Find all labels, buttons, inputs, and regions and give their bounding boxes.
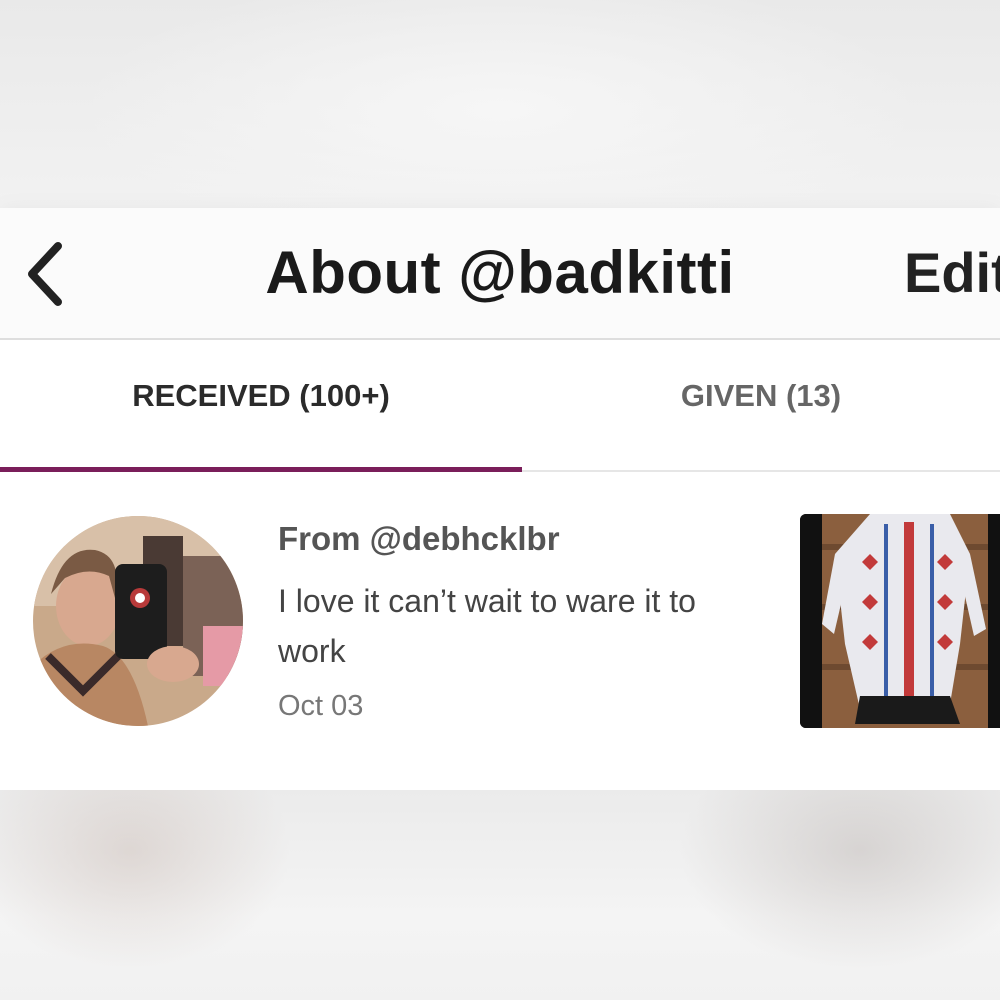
top-nav-bar: About @badkitti Edit (0, 208, 1000, 340)
tab-received[interactable]: RECEIVED (100+) (0, 340, 522, 470)
tab-given[interactable]: GIVEN (13) (522, 340, 1000, 470)
blurred-bottom-background (0, 790, 1000, 1000)
review-author[interactable]: From @debhcklbr (278, 520, 560, 558)
blurred-top-background (0, 0, 1000, 210)
review-list-item[interactable]: From @debhcklbr I love it can’t wait to … (0, 472, 1000, 790)
reviewer-avatar[interactable] (33, 516, 243, 726)
screenshot-stage: About @badkitti Edit RECEIVED (100+) GIV… (0, 0, 1000, 1000)
avatar-photo (33, 516, 243, 726)
review-tabs: RECEIVED (100+) GIVEN (13) (0, 340, 1000, 472)
page-title: About @badkitti (265, 239, 735, 306)
review-text: I love it can’t wait to ware it to work (278, 583, 696, 669)
review-date: Oct 03 (278, 690, 364, 722)
edit-button[interactable]: Edit (904, 240, 1000, 305)
listing-photo (800, 514, 1000, 728)
listing-thumbnail[interactable] (800, 514, 1000, 728)
about-panel: About @badkitti Edit RECEIVED (100+) GIV… (0, 208, 1000, 790)
